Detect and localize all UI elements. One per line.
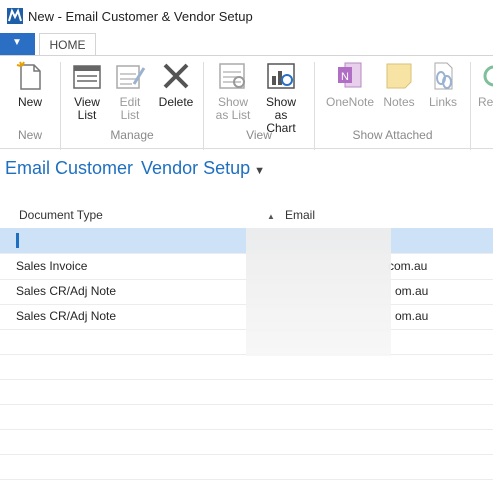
new-button[interactable]: New	[12, 60, 48, 109]
chart-icon	[265, 60, 297, 92]
ribbon-separator	[203, 62, 204, 150]
page-title[interactable]: Email Customer Vendor Setup ▼	[5, 158, 265, 179]
column-header-email[interactable]: Email	[285, 208, 315, 222]
sort-ascending-icon: ▲	[267, 212, 275, 221]
svg-text:N: N	[341, 71, 349, 83]
title-bar: New - Email Customer & Vendor Setup	[0, 0, 493, 32]
sticky-note-icon	[383, 60, 415, 92]
group-label-new: New	[17, 128, 42, 142]
application-menu-button[interactable]: ▼	[0, 33, 35, 55]
ribbon-separator	[60, 62, 61, 150]
empty-row	[0, 404, 493, 430]
edit-list-icon	[114, 60, 146, 92]
delete-x-icon	[160, 60, 192, 92]
group-label-view: View	[246, 128, 272, 142]
links-button[interactable]: Links	[426, 60, 460, 109]
tab-home[interactable]: HOME	[39, 33, 96, 57]
onenote-icon: N	[334, 60, 366, 92]
ribbon: New View List Edit List Delete Show as L…	[0, 56, 493, 149]
notes-button[interactable]: Notes	[382, 60, 416, 109]
group-label-show-attached: Show Attached	[352, 128, 433, 142]
refresh-icon	[478, 60, 493, 92]
refresh-button[interactable]: Re	[478, 60, 493, 109]
column-header-document-type[interactable]: Document Type	[19, 208, 103, 222]
edit-list-button[interactable]: Edit List	[113, 60, 147, 122]
show-as-list-button[interactable]: Show as List	[214, 60, 252, 122]
text-cursor	[16, 233, 19, 248]
dropdown-arrow-icon: ▼	[12, 37, 22, 48]
empty-row	[0, 354, 493, 380]
group-label-manage: Manage	[110, 128, 154, 142]
ribbon-separator	[314, 62, 315, 150]
onenote-button[interactable]: N OneNote	[324, 60, 376, 109]
empty-row	[0, 379, 493, 405]
empty-row	[0, 429, 493, 455]
redacted-email-region	[246, 228, 391, 356]
delete-button[interactable]: Delete	[156, 60, 196, 109]
show-list-icon	[217, 60, 249, 92]
view-list-icon	[71, 60, 103, 92]
empty-row	[0, 454, 493, 480]
new-document-icon	[14, 60, 46, 92]
view-list-button[interactable]: View List	[70, 60, 104, 122]
ribbon-separator	[470, 62, 471, 150]
window-title: New - Email Customer & Vendor Setup	[28, 9, 253, 24]
show-as-chart-button[interactable]: Show as Chart	[258, 60, 304, 135]
link-icon	[427, 60, 459, 92]
chevron-down-icon: ▼	[254, 165, 266, 177]
app-logo-icon	[7, 8, 23, 24]
